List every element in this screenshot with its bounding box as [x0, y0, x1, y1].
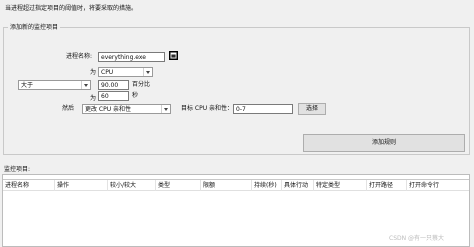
wei-label-1: 为 [90, 69, 97, 76]
browse-process-button[interactable] [169, 51, 178, 60]
threshold-value: 90.00 [101, 82, 119, 89]
threshold-unit: 百分比 [132, 81, 151, 88]
column-header[interactable]: 进程名称 [3, 180, 55, 191]
process-name-input[interactable]: everything.exe [98, 52, 165, 62]
column-header[interactable]: 较小/较大 [108, 180, 156, 191]
comparator-select[interactable]: 大于 [18, 80, 91, 90]
add-rule-button[interactable]: 添加规则 [303, 134, 465, 152]
add-rule-button-label: 添加规则 [371, 139, 396, 146]
watermark-text: CSDN @有一只蔡大 [389, 235, 445, 242]
threshold-input[interactable]: 90.00 [98, 80, 129, 90]
action-value: 更改 CPU 亲和性 [85, 106, 132, 113]
chevron-down-icon [161, 105, 170, 113]
process-name-value: everything.exe [101, 54, 146, 61]
duration-unit: 秒 [132, 92, 139, 99]
duration-value: 60 [101, 93, 109, 100]
wei-label-2: 为 [90, 95, 97, 102]
column-header[interactable]: 打开命令行 [407, 180, 469, 191]
column-header[interactable]: 特定类型 [314, 180, 367, 191]
duration-input[interactable]: 60 [98, 91, 129, 101]
window-icon [170, 52, 177, 59]
column-header[interactable]: 类型 [156, 180, 201, 191]
monitor-title: 监控项目: [4, 166, 31, 173]
choose-button-label: 选择 [305, 105, 318, 112]
target-affinity-value: 0-7 [236, 106, 246, 113]
choose-button[interactable]: 选择 [298, 103, 326, 115]
hint-text: 当进程超过指定项目的阈值时，将要采取的措施。 [5, 5, 138, 12]
chevron-down-icon [143, 68, 152, 76]
add-monitor-title: 添加新的监控项目 [8, 24, 61, 31]
column-header[interactable]: 具体行动 [282, 180, 314, 191]
action-select[interactable]: 更改 CPU 亲和性 [82, 104, 171, 114]
column-header[interactable]: 打开路径 [367, 180, 407, 191]
target-affinity-input[interactable]: 0-7 [233, 104, 293, 114]
then-label: 然后 [62, 105, 75, 112]
column-header[interactable]: 持续(秒) [252, 180, 282, 191]
metric-select[interactable]: CPU [98, 67, 153, 77]
monitor-list-header: 进程名称 操作 较小/较大 类型 限额 持续(秒) 具体行动 特定类型 打开路径… [3, 179, 469, 191]
column-header[interactable]: 限额 [201, 180, 252, 191]
chevron-down-icon [81, 81, 90, 89]
comparator-value: 大于 [21, 82, 34, 89]
column-header[interactable]: 操作 [55, 180, 108, 191]
process-name-label: 进程名称: [66, 53, 93, 60]
target-affinity-label: 目标 CPU 亲和性： [181, 105, 234, 112]
